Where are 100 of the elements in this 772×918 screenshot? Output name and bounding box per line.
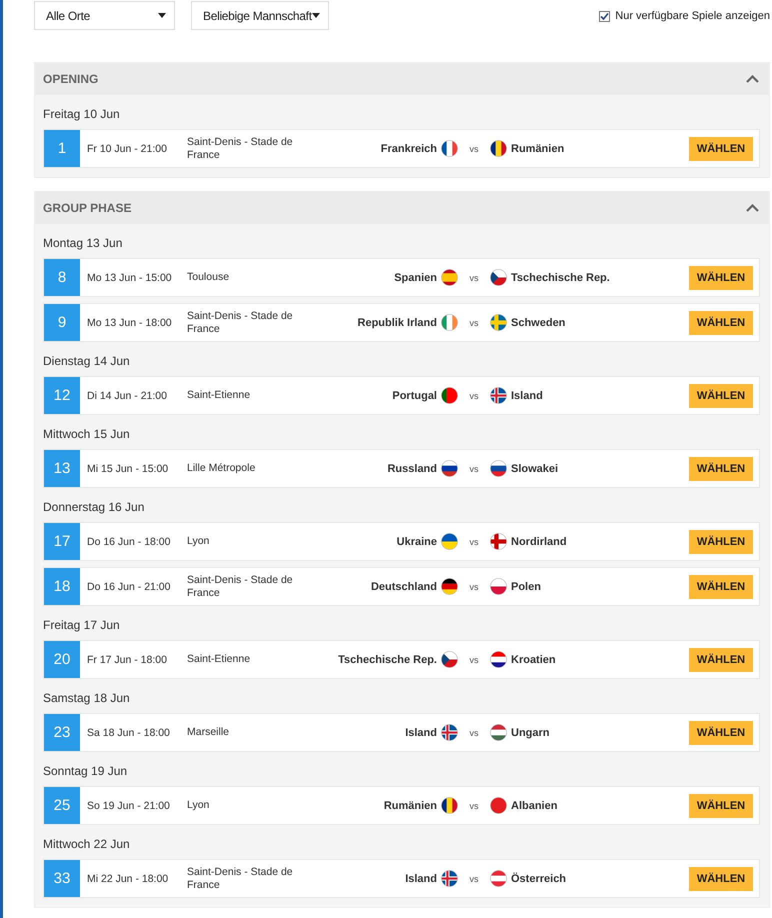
team-name: Tschechische Rep. [338, 654, 437, 666]
versus-label: vs [468, 582, 480, 592]
dropdown[interactable]: Alle Orte [34, 1, 175, 30]
team-name: Ukraine [396, 536, 437, 548]
team-name: Kroatien [511, 654, 556, 666]
match-venue: Saint-Denis - Stade de France [187, 136, 294, 162]
flag-icon [441, 314, 458, 331]
flag-icon [441, 533, 458, 550]
select-button[interactable]: WÄHLEN [689, 794, 753, 818]
select-button[interactable]: WÄHLEN [689, 574, 753, 598]
versus-label: vs [468, 464, 480, 474]
team-name: Spanien [394, 272, 437, 284]
section-header[interactable]: OPENING [35, 63, 769, 95]
collapse-icon[interactable] [746, 204, 759, 212]
checkbox[interactable] [599, 10, 610, 22]
match-datetime: Mo 13 Jun - 18:00 [86, 316, 173, 328]
flag-icon [441, 387, 458, 404]
match-venue: Lyon [187, 799, 210, 812]
section-title: GROUP PHASE [43, 201, 132, 215]
flag-icon [490, 140, 507, 157]
section-header[interactable]: GROUP PHASE [35, 192, 769, 224]
match-datetime: Do 16 Jun - 18:00 [86, 536, 172, 548]
match-number: 9 [44, 304, 80, 341]
day-label: Freitag 10 Jun [43, 106, 121, 123]
match-venue: Lille Métropole [187, 462, 256, 475]
team-name: Frankreich [380, 142, 437, 154]
flag-icon [490, 651, 507, 668]
flag-icon [490, 578, 507, 595]
select-button[interactable]: WÄHLEN [689, 136, 753, 160]
day-label: Donnerstag 16 Jun [43, 499, 146, 516]
flag-icon [490, 387, 507, 404]
select-button[interactable]: WÄHLEN [689, 384, 753, 408]
match-datetime: So 19 Jun - 21:00 [86, 800, 171, 812]
match-number: 23 [44, 714, 80, 751]
match-venue: Marseille [187, 726, 230, 739]
dropdown[interactable]: Beliebige Mannschaft [191, 1, 329, 30]
flag-icon [490, 797, 507, 814]
team-name: Polen [511, 580, 541, 592]
team-name: Nordirland [511, 536, 567, 548]
day-label: Sonntag 19 Jun [43, 763, 128, 780]
select-button[interactable]: WÄHLEN [689, 310, 753, 334]
select-button[interactable]: WÄHLEN [689, 456, 753, 480]
team-name: Portugal [392, 390, 437, 402]
versus-label: vs [468, 654, 480, 664]
match-number: 17 [44, 523, 80, 560]
team-name: Österreich [511, 872, 566, 884]
versus-label: vs [468, 272, 480, 282]
flag-icon [490, 314, 507, 331]
match-datetime: Mi 22 Jun - 18:00 [86, 872, 170, 884]
flag-icon [441, 724, 458, 741]
select-button[interactable]: WÄHLEN [689, 266, 753, 290]
day-label: Freitag 17 Jun [43, 617, 121, 634]
day-label: Mittwoch 22 Jun [43, 836, 131, 853]
flag-icon [441, 269, 458, 286]
match-number: 18 [44, 568, 80, 605]
match-venue: Saint-Etienne [187, 653, 252, 666]
day-label: Dienstag 14 Jun [43, 353, 131, 370]
match-number: 20 [44, 641, 80, 678]
team-name: Island [405, 726, 437, 738]
flag-icon [441, 578, 458, 595]
team-name: Rumänien [511, 142, 564, 154]
section-title: OPENING [43, 72, 98, 86]
match-datetime: Fr 17 Jun - 18:00 [86, 654, 168, 666]
day-label: Samstag 18 Jun [43, 690, 131, 707]
team-name: Rumänien [384, 800, 437, 812]
flag-icon [490, 269, 507, 286]
select-button[interactable]: WÄHLEN [689, 648, 753, 672]
match-venue: Lyon [187, 535, 210, 548]
team-name: Republik Irland [358, 316, 437, 328]
match-number: 25 [44, 787, 80, 824]
flag-icon [490, 870, 507, 887]
select-button[interactable]: WÄHLEN [689, 866, 753, 890]
match-datetime: Mo 13 Jun - 15:00 [86, 272, 173, 284]
flag-icon [441, 651, 458, 668]
team-name: Tschechische Rep. [511, 272, 610, 284]
checkbox-label: Nur verfügbare Spiele anzeigen [615, 10, 770, 22]
collapse-icon[interactable] [746, 75, 759, 83]
match-venue: Saint-Denis - Stade de France [187, 574, 294, 600]
team-name: Ungarn [511, 726, 550, 738]
team-name: Albanien [511, 800, 558, 812]
team-name: Deutschland [370, 580, 437, 592]
versus-label: vs [468, 874, 480, 884]
select-button[interactable]: WÄHLEN [689, 720, 753, 744]
caret-icon [158, 13, 166, 18]
versus-label: vs [468, 390, 480, 400]
select-button[interactable]: WÄHLEN [689, 530, 753, 554]
team-name: Schweden [511, 316, 566, 328]
versus-label: vs [468, 800, 480, 810]
team-name: Island [511, 390, 543, 402]
match-venue: Toulouse [187, 271, 230, 284]
day-label: Mittwoch 15 Jun [43, 426, 131, 443]
match-datetime: Fr 10 Jun - 21:00 [86, 142, 168, 154]
match-number: 12 [44, 377, 80, 414]
flag-icon [441, 140, 458, 157]
flag-icon [490, 724, 507, 741]
versus-label: vs [468, 318, 480, 328]
match-number: 13 [44, 450, 80, 487]
flag-icon [441, 460, 458, 477]
team-name: Russland [387, 462, 437, 474]
flag-icon [490, 460, 507, 477]
